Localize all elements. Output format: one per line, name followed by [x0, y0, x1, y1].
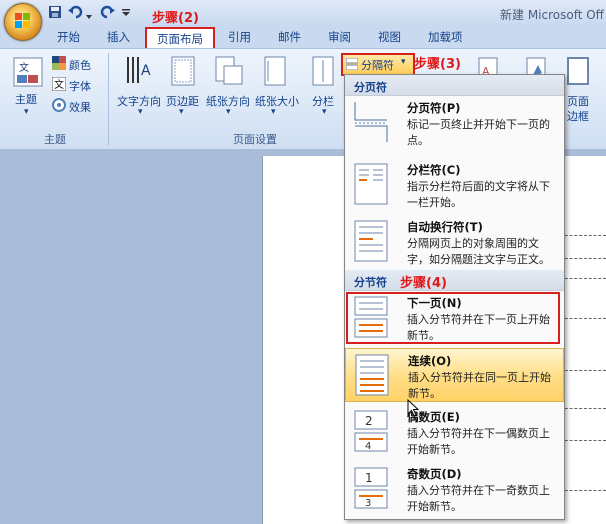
menu-item-desc: 插入分节符并在下一奇数页上开始新节。: [407, 484, 550, 513]
group-divider: [108, 53, 109, 145]
tab-mailings[interactable]: 邮件: [278, 29, 301, 45]
menu-item-text-wrapping-break[interactable]: 自动换行符(T) 分隔网页上的对象周围的文字，如分隔题注文字与正文。: [345, 215, 564, 270]
colors-button[interactable]: 颜色: [69, 57, 91, 73]
menu-item-title: 连续(O): [408, 354, 452, 368]
redo-icon[interactable]: [99, 5, 115, 21]
window-title: 新建 Microsoft Off: [500, 8, 604, 22]
svg-text:文: 文: [54, 78, 64, 91]
svg-text:A: A: [141, 63, 151, 79]
menu-header-section-breaks: 分节符: [345, 270, 564, 291]
text-wrapping-break-icon: [354, 220, 388, 262]
menu-item-continuous[interactable]: 连续(O) 插入分节符并在同一页上开始新节。: [345, 348, 564, 402]
effects-button[interactable]: 效果: [69, 99, 91, 115]
group-label-themes: 主题: [44, 133, 66, 146]
office-button[interactable]: [4, 3, 42, 41]
breaks-icon: [346, 58, 358, 70]
odd-page-icon: 13: [354, 467, 388, 509]
menu-header-section-breaks-label: 分节符: [354, 276, 387, 289]
page-break-icon: [354, 102, 388, 142]
page-borders-label-2[interactable]: 边框: [567, 108, 589, 124]
menu-header-page-breaks: 分页符: [345, 75, 564, 96]
tab-addins[interactable]: 加载项: [428, 29, 463, 45]
office-logo-icon: [15, 13, 30, 28]
page-borders-icon[interactable]: [567, 57, 589, 88]
menu-header-page-breaks-label: 分页符: [354, 81, 387, 94]
themes-button[interactable]: 主题: [15, 91, 37, 107]
margins-dropdown-icon[interactable]: ▾: [179, 107, 184, 117]
size-dropdown-icon[interactable]: ▾: [271, 107, 276, 117]
section-break-line: [560, 408, 606, 409]
section-break-line: [560, 490, 606, 491]
section-break-line: [560, 235, 606, 236]
annotation-step4: 步骤(4): [400, 276, 447, 291]
section-break-line: [560, 318, 606, 319]
section-break-line: [560, 278, 606, 279]
svg-text:3: 3: [365, 498, 371, 509]
svg-text:4: 4: [365, 441, 371, 452]
breaks-dropdown-icon: ▾: [401, 57, 406, 67]
columns-icon[interactable]: [312, 56, 334, 89]
menu-item-even-page[interactable]: 24 偶数页(E) 插入分节符并在下一偶数页上开始新节。: [345, 405, 564, 461]
title-bar: 新建 Microsoft Off: [0, 0, 606, 26]
menu-item-desc: 插入分节符并在同一页上开始新节。: [408, 371, 551, 400]
undo-icon[interactable]: [68, 5, 84, 21]
columns-dropdown-icon[interactable]: ▾: [322, 107, 327, 117]
svg-text:文: 文: [19, 61, 29, 74]
tab-references[interactable]: 引用: [228, 29, 251, 45]
tab-review[interactable]: 审阅: [328, 29, 351, 45]
section-break-line: [560, 440, 606, 441]
menu-item-desc: 标记一页终止并开始下一页的点。: [407, 118, 550, 147]
text-direction-icon[interactable]: A: [124, 55, 152, 88]
menu-item-desc: 指示分栏符后面的文字将从下一栏开始。: [407, 180, 550, 209]
ribbon-tab-row: 开始 插入 引用 邮件 审阅 视图 加载项: [0, 26, 606, 48]
section-break-line: [560, 370, 606, 371]
tab-view[interactable]: 视图: [378, 29, 401, 45]
menu-item-odd-page[interactable]: 13 奇数页(D) 插入分节符并在下一奇数页上开始新节。: [345, 462, 564, 518]
themes-dropdown-icon[interactable]: ▾: [24, 107, 29, 117]
tab-insert[interactable]: 插入: [107, 29, 130, 45]
colors-icon: [52, 56, 66, 73]
breaks-button[interactable]: 分隔符 ▾: [341, 53, 415, 76]
menu-item-title: 分栏符(C): [407, 163, 461, 177]
undo-dropdown-icon[interactable]: [86, 9, 92, 25]
section-break-line: [560, 258, 606, 259]
menu-item-title: 奇数页(D): [407, 467, 462, 481]
fonts-button[interactable]: 字体: [69, 78, 91, 94]
svg-text:2: 2: [365, 414, 373, 428]
group-label-page-setup: 页面设置: [233, 133, 277, 146]
text-direction-dropdown-icon[interactable]: ▾: [138, 107, 143, 117]
margins-icon[interactable]: [171, 56, 195, 89]
orientation-dropdown-icon[interactable]: ▾: [226, 107, 231, 117]
fonts-icon: 文: [51, 76, 67, 94]
menu-item-column-break[interactable]: 分栏符(C) 指示分栏符后面的文字将从下一栏开始。: [345, 158, 564, 215]
breaks-label: 分隔符: [361, 59, 394, 72]
save-icon[interactable]: [48, 5, 62, 21]
annotation-step2: 步骤(2): [152, 11, 199, 26]
menu-item-title: 分页符(P): [407, 101, 461, 115]
customize-icon[interactable]: [122, 7, 130, 23]
size-button[interactable]: 纸张大小: [255, 93, 299, 109]
effects-icon: [52, 98, 66, 115]
column-break-icon: [354, 163, 388, 205]
even-page-icon: 24: [354, 410, 388, 452]
orientation-icon[interactable]: [215, 56, 243, 89]
size-icon[interactable]: [264, 56, 286, 89]
menu-item-title: 自动换行符(T): [407, 220, 483, 234]
tab-home[interactable]: 开始: [57, 29, 80, 45]
menu-item-page-break[interactable]: 分页符(P) 标记一页终止并开始下一页的点。: [345, 96, 564, 158]
svg-text:1: 1: [365, 471, 373, 485]
page-borders-label-1[interactable]: 页面: [567, 93, 589, 109]
themes-icon[interactable]: 文: [13, 57, 43, 90]
menu-item-desc: 分隔网页上的对象周围的文字，如分隔题注文字与正文。: [407, 237, 550, 266]
mouse-cursor-icon: [407, 399, 419, 417]
annotation-step3: 步骤(3): [414, 57, 461, 72]
continuous-icon: [355, 354, 389, 396]
menu-item-desc: 插入分节符并在下一偶数页上开始新节。: [407, 427, 550, 456]
annotation-highlight-box: [346, 292, 560, 344]
